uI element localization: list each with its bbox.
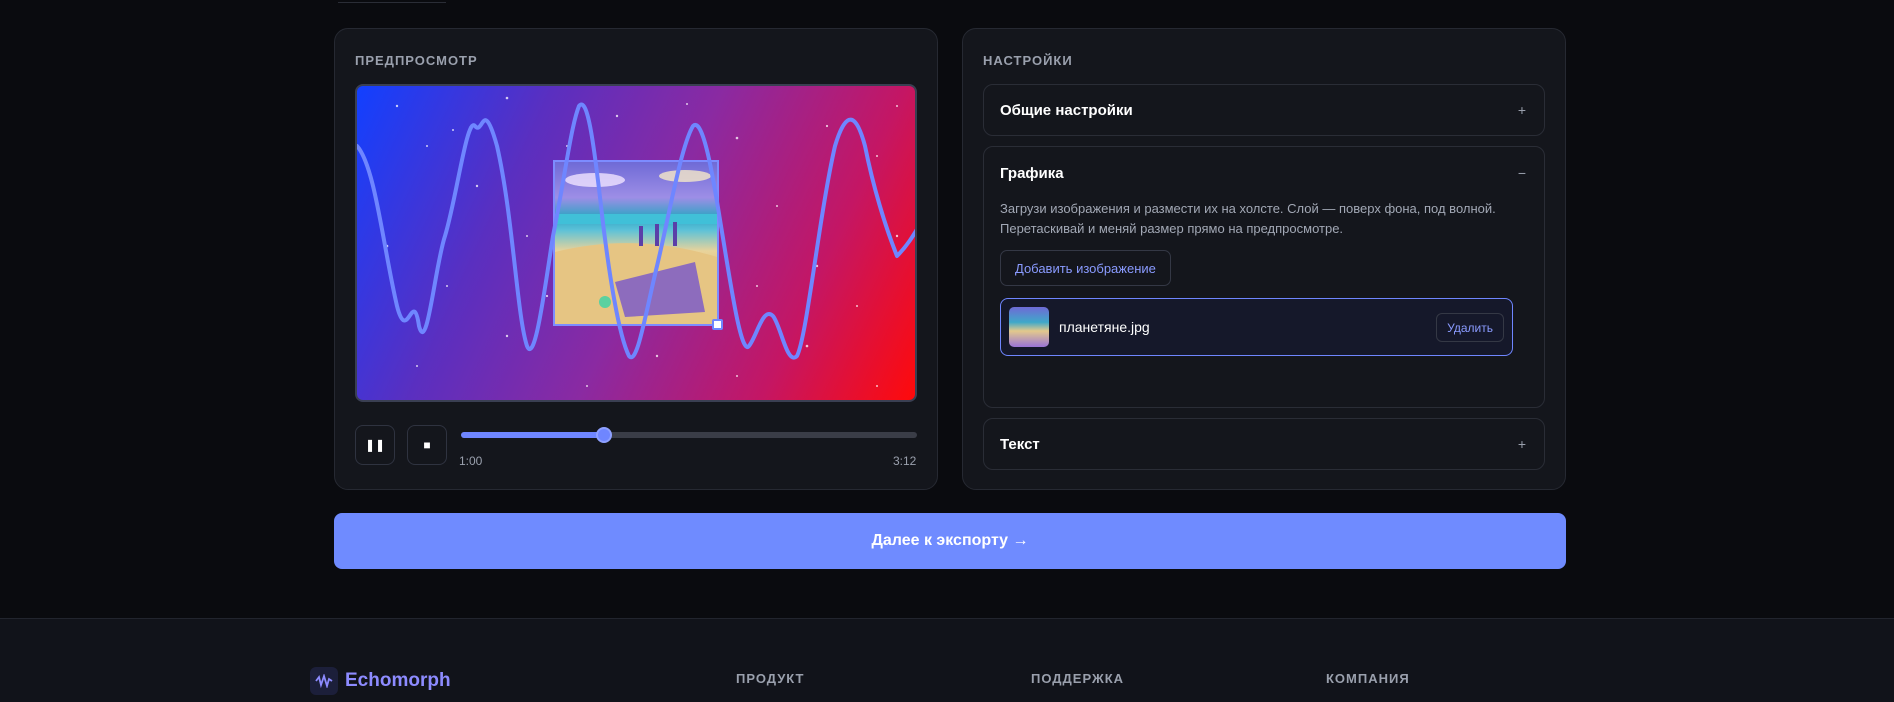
- seek-progress: [461, 432, 604, 438]
- footer: Echomorph ПРОДУКТ ПОДДЕРЖКА КОМПАНИЯ: [0, 618, 1894, 702]
- layer-filename: планетяне.jpg: [1059, 319, 1150, 335]
- pause-icon: ❚❚: [364, 438, 386, 452]
- layer-thumbnail: [1009, 307, 1049, 347]
- next-to-export-button[interactable]: Далее к экспорту →: [334, 513, 1566, 569]
- accordion-graphics: Графика − Загрузи изображения и размести…: [983, 146, 1545, 408]
- current-time: 1:00: [459, 454, 483, 468]
- stop-icon: ■: [423, 438, 431, 452]
- settings-panel: НАСТРОЙКИ Общие настройки + Графика − За…: [962, 28, 1566, 490]
- collapse-icon[interactable]: −: [1518, 165, 1526, 181]
- pause-button[interactable]: ❚❚: [355, 425, 395, 465]
- preview-heading: ПРЕДПРОСМОТР: [355, 53, 478, 68]
- total-time: 3:12: [893, 454, 917, 468]
- preview-canvas[interactable]: [355, 84, 917, 402]
- waveform: [357, 102, 915, 360]
- accordion-title: Общие настройки: [1000, 102, 1133, 119]
- seek-slider[interactable]: [461, 427, 917, 443]
- footer-column-product: ПРОДУКТ: [736, 671, 805, 686]
- brand-name[interactable]: Echomorph: [345, 670, 451, 692]
- expand-icon[interactable]: +: [1518, 102, 1526, 118]
- accordion-general-settings[interactable]: Общие настройки +: [983, 84, 1545, 136]
- add-image-button[interactable]: Добавить изображение: [1000, 250, 1171, 286]
- accordion-text[interactable]: Текст +: [983, 418, 1545, 470]
- seek-thumb[interactable]: [595, 427, 612, 443]
- delete-layer-button[interactable]: Удалить: [1436, 313, 1504, 342]
- footer-column-company: КОМПАНИЯ: [1326, 671, 1410, 686]
- graphics-description: Загрузи изображения и размести их на хол…: [1000, 201, 1496, 236]
- top-divider: [338, 0, 446, 3]
- accordion-title: Текст: [1000, 436, 1040, 453]
- image-layer-item[interactable]: планетяне.jpg Удалить: [1000, 298, 1513, 356]
- preview-panel: ПРЕДПРОСМОТР ❚❚ ■ 1:00 3:12: [334, 28, 938, 490]
- footer-column-support: ПОДДЕРЖКА: [1031, 671, 1125, 686]
- accordion-title[interactable]: Графика: [1000, 165, 1064, 182]
- echomorph-logo-icon[interactable]: [310, 667, 338, 695]
- settings-heading: НАСТРОЙКИ: [983, 53, 1073, 68]
- expand-icon[interactable]: +: [1518, 436, 1526, 452]
- stop-button[interactable]: ■: [407, 425, 447, 465]
